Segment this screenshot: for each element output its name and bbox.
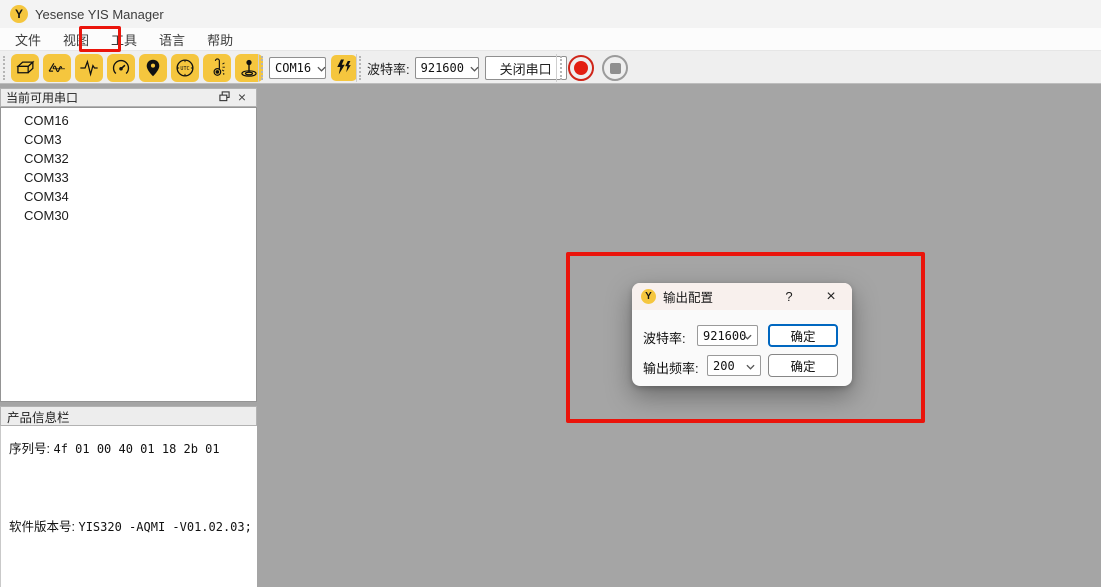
serial-number-value: 4f 01 00 40 01 18 2b 01 (53, 442, 219, 456)
menu-view[interactable]: 视图 (52, 27, 100, 52)
software-version-label: 软件版本号: (9, 520, 75, 534)
product-info-body: 序列号: 4f 01 00 40 01 18 2b 01 软件版本号: YIS3… (0, 426, 257, 587)
float-window-icon (219, 91, 230, 105)
toolbar-drag-handle[interactable] (560, 56, 564, 80)
float-panel-button[interactable] (215, 90, 233, 105)
dialog-help-button[interactable]: ? (778, 283, 800, 310)
list-item-port[interactable]: COM33 (1, 168, 256, 187)
location-pin-button[interactable] (139, 54, 167, 82)
menu-bar: 文件 视图 工具 语言 帮助 (0, 28, 1101, 50)
output-frequency-ok-button[interactable]: 确定 (768, 354, 838, 377)
cube-3d-button[interactable] (11, 54, 39, 82)
dialog-baud-rate-label: 波特率: (643, 328, 686, 347)
list-item-port[interactable]: COM34 (1, 187, 256, 206)
dialog-baud-rate-select[interactable]: 921600 (697, 325, 758, 346)
close-serial-port-button[interactable]: 关闭串口 (485, 56, 567, 80)
serial-ports-panel-title: 当前可用串口 (6, 89, 78, 106)
angle-waveform-icon (46, 57, 68, 79)
record-icon (574, 61, 588, 75)
thermometer-icon (206, 57, 228, 79)
chevron-down-icon (470, 61, 479, 75)
pulse-waveform-icon (78, 57, 100, 79)
baud-rate-row: 波特率: 921600 确定 (632, 324, 852, 347)
dialog-output-frequency-label: 输出频率: (643, 358, 699, 377)
toolbar-drag-handle[interactable] (261, 56, 265, 80)
refresh-flash-icon (335, 58, 353, 79)
software-version-value: YIS320 -AQMI -V01.02.03; (78, 520, 251, 534)
window-title: Yesense YIS Manager (35, 7, 164, 22)
title-bar: Y Yesense YIS Manager (0, 0, 1101, 28)
utc-clock-button[interactable]: UTC (171, 54, 199, 82)
svg-text:UTC: UTC (180, 66, 189, 72)
dialog-output-frequency-value: 200 (713, 359, 735, 373)
menu-file[interactable]: 文件 (4, 27, 52, 52)
baud-rate-select[interactable]: 921600 (415, 57, 479, 79)
serial-number-label: 序列号: (9, 442, 50, 456)
port-select[interactable]: COM16 (269, 57, 326, 79)
close-icon: × (238, 92, 246, 103)
toolbar-drag-handle[interactable] (359, 56, 363, 80)
cube-3d-icon (14, 57, 36, 79)
product-info-header: 产品信息栏 (0, 406, 257, 426)
close-panel-button[interactable]: × (233, 90, 251, 105)
dialog-title: 输出配置 (663, 287, 713, 306)
attitude-joystick-icon (238, 57, 260, 79)
app-logo-icon: Y (10, 5, 28, 23)
dialog-close-button[interactable]: × (818, 283, 844, 310)
gauge-button[interactable] (107, 54, 135, 82)
dialog-app-logo-icon: Y (641, 289, 656, 304)
toolbar-separator (356, 54, 357, 82)
toolbar-separator (556, 54, 557, 82)
refresh-ports-button[interactable] (331, 55, 357, 81)
pulse-waveform-button[interactable] (75, 54, 103, 82)
chevron-down-icon (746, 359, 755, 373)
menu-language[interactable]: 语言 (148, 27, 196, 52)
baud-rate-label: 波特率: (367, 59, 410, 78)
serial-port-list[interactable]: COM16 COM3 COM32 COM33 COM34 COM30 (0, 107, 257, 402)
output-frequency-row: 输出频率: 200 确定 (632, 354, 852, 377)
serial-ports-panel: 当前可用串口 × COM16 COM3 COM32 COM33 COM34 CO… (0, 88, 257, 587)
chevron-down-icon (743, 329, 752, 343)
stop-icon (610, 63, 621, 74)
dialog-output-frequency-select[interactable]: 200 (707, 355, 761, 376)
list-item-port[interactable]: COM30 (1, 206, 256, 225)
baud-rate-ok-button[interactable]: 确定 (768, 324, 838, 347)
menu-tools[interactable]: 工具 (100, 27, 148, 52)
chevron-down-icon (317, 61, 326, 75)
list-item-port[interactable]: COM32 (1, 149, 256, 168)
stop-button[interactable] (602, 55, 628, 81)
location-pin-icon (142, 57, 164, 79)
thermometer-button[interactable] (203, 54, 231, 82)
toolbar-drag-handle[interactable] (3, 56, 7, 80)
serial-ports-panel-header: 当前可用串口 × (0, 88, 257, 107)
output-config-dialog: Y 输出配置 ? × 波特率: 921600 确定 输出频率: 200 确定 (632, 283, 852, 386)
menu-help[interactable]: 帮助 (196, 27, 244, 52)
main-toolbar: UTC (0, 50, 1101, 84)
angle-waveform-button[interactable] (43, 54, 71, 82)
gauge-icon (110, 57, 132, 79)
software-version-line: 软件版本号: YIS320 -AQMI -V01.02.03; (9, 516, 252, 535)
baud-rate-value: 921600 (421, 61, 464, 75)
serial-number-line: 序列号: 4f 01 00 40 01 18 2b 01 (9, 438, 220, 457)
workspace: 当前可用串口 × COM16 COM3 COM32 COM33 COM34 CO… (0, 84, 1101, 587)
dialog-baud-rate-value: 921600 (703, 329, 746, 343)
list-item-port[interactable]: COM16 (1, 111, 256, 130)
port-select-value: COM16 (275, 61, 311, 75)
product-info-title: 产品信息栏 (7, 407, 70, 426)
toolbar-separator (258, 54, 259, 82)
list-item-port[interactable]: COM3 (1, 130, 256, 149)
utc-clock-icon: UTC (174, 57, 196, 79)
dialog-title-bar[interactable]: Y 输出配置 ? × (632, 283, 852, 310)
record-button[interactable] (568, 55, 594, 81)
